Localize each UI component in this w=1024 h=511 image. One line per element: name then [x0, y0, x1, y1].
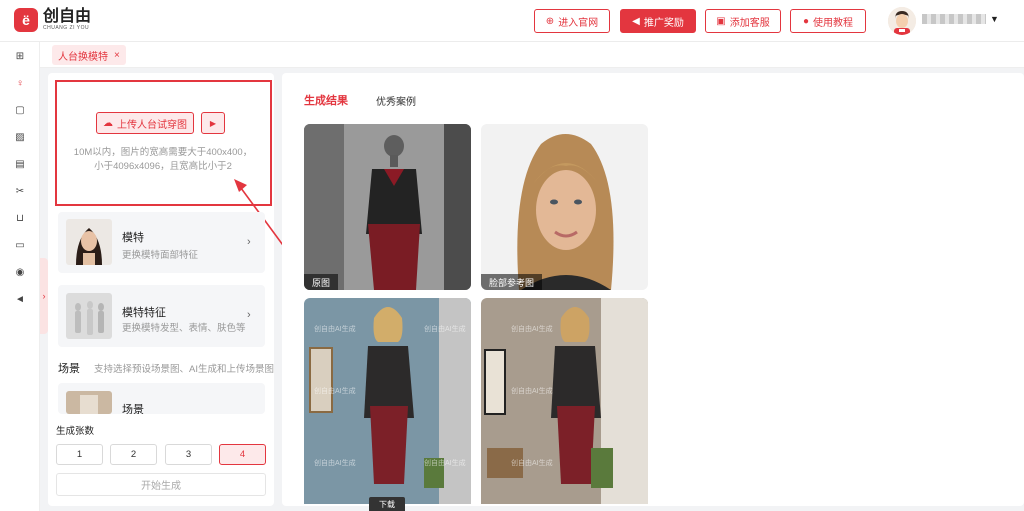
scene-section-description: 支持选择预设场景图、AI生成和上传场景图	[94, 364, 274, 375]
model-features-thumbnail	[66, 293, 112, 339]
bag-icon[interactable]: ▢	[14, 105, 26, 117]
add-support-button[interactable]: ▣ 添加客服	[705, 9, 781, 33]
cart-icon[interactable]: ⊔	[14, 213, 26, 225]
play-circle-icon: ●	[802, 15, 810, 27]
grid-icon[interactable]: ⊞	[14, 51, 26, 63]
scene-thumbnail	[66, 391, 112, 414]
image-caption: 脸部参考图	[481, 274, 543, 290]
count-option-1[interactable]: 1	[56, 444, 103, 465]
tab-bar: 人台换模特 ×	[40, 42, 1024, 68]
scissors-icon[interactable]: ✂	[14, 186, 26, 198]
app-name: 创自由	[43, 7, 92, 25]
image-caption: 原图	[304, 274, 339, 290]
referral-reward-button[interactable]: ◀ 推广奖励	[620, 9, 696, 33]
user-avatar[interactable]	[888, 7, 916, 35]
tutorial-button[interactable]: ● 使用教程	[790, 9, 866, 33]
model-swap-icon[interactable]: ♀	[14, 78, 26, 90]
play-icon: ▶	[209, 118, 217, 128]
chevron-right-icon: ›	[247, 236, 251, 248]
download-button[interactable]: 下载	[369, 497, 405, 511]
start-generate-button[interactable]: 开始生成	[56, 473, 266, 496]
megaphone-icon: ◀	[632, 15, 640, 27]
image-icon[interactable]: ▨	[14, 132, 26, 144]
model-features-card[interactable]: 模特特征 更换模特发型、表情、肤色等 ›	[58, 285, 265, 347]
document-icon[interactable]: ▭	[14, 240, 26, 252]
image-count-label: 生成张数	[56, 426, 95, 437]
tab-model-swap[interactable]: 人台换模特 ×	[52, 45, 126, 65]
count-option-4[interactable]: 4	[219, 444, 266, 465]
cloud-upload-icon: ☁	[103, 117, 113, 129]
face-reference-image[interactable]: 脸部参考图	[481, 124, 648, 290]
tab-showcase[interactable]: 优秀案例	[376, 93, 416, 108]
website-button[interactable]: ⊕ 进入官网	[534, 9, 610, 33]
id-card-icon[interactable]: ▤	[14, 159, 26, 171]
tab-results[interactable]: 生成结果	[304, 92, 348, 108]
app-logo[interactable]: ë 创自由 CHUANG ZI YOU	[14, 8, 91, 32]
top-header: ë 创自由 CHUANG ZI YOU ⊕ 进入官网 ◀ 推广奖励 ▣ 添加客服…	[0, 0, 1024, 42]
chevron-right-icon: ›	[247, 309, 251, 321]
upload-hint: 10M以内，图片的宽高需要大于400x400， 小于4096x4096，且宽高比…	[73, 147, 253, 172]
chevron-right-icon: ›	[42, 291, 46, 301]
expand-nav-toggle[interactable]: ›	[40, 258, 48, 334]
scene-card[interactable]: 场景	[58, 383, 265, 414]
username-masked	[922, 14, 986, 24]
generated-image-2[interactable]: 创自由AI生成 创自由AI生成 创自由AI生成	[481, 298, 648, 504]
generated-image-1[interactable]: 创自由AI生成 创自由AI生成 创自由AI生成 创自由AI生成 创自由AI生成	[304, 298, 471, 504]
coin-icon[interactable]: ◉	[14, 267, 26, 279]
app-name-en: CHUANG ZI YOU	[43, 24, 90, 31]
globe-icon: ⊕	[545, 15, 555, 27]
model-face-card[interactable]: 模特 更换模特面部特征 ›	[58, 212, 265, 273]
side-nav: ⊞ ♀ ▢ ▨ ▤ ✂ ⊔ ▭ ◉ ◄	[0, 42, 40, 511]
caret-down-icon[interactable]: ▼	[990, 14, 999, 24]
scene-section-label: 场景	[58, 363, 80, 375]
gift-icon: ▣	[716, 15, 726, 27]
close-icon[interactable]: ×	[114, 50, 120, 61]
speaker-icon[interactable]: ◄	[14, 294, 26, 306]
logo-mark: ë	[14, 8, 38, 32]
upload-tutorial-play-button[interactable]: ▶	[201, 112, 225, 134]
original-image[interactable]: 原图	[304, 124, 471, 290]
count-option-2[interactable]: 2	[110, 444, 157, 465]
count-option-3[interactable]: 3	[165, 444, 212, 465]
upload-fitting-image-button[interactable]: ☁ 上传人台试穿图	[96, 112, 194, 134]
model-face-thumbnail	[66, 219, 112, 265]
